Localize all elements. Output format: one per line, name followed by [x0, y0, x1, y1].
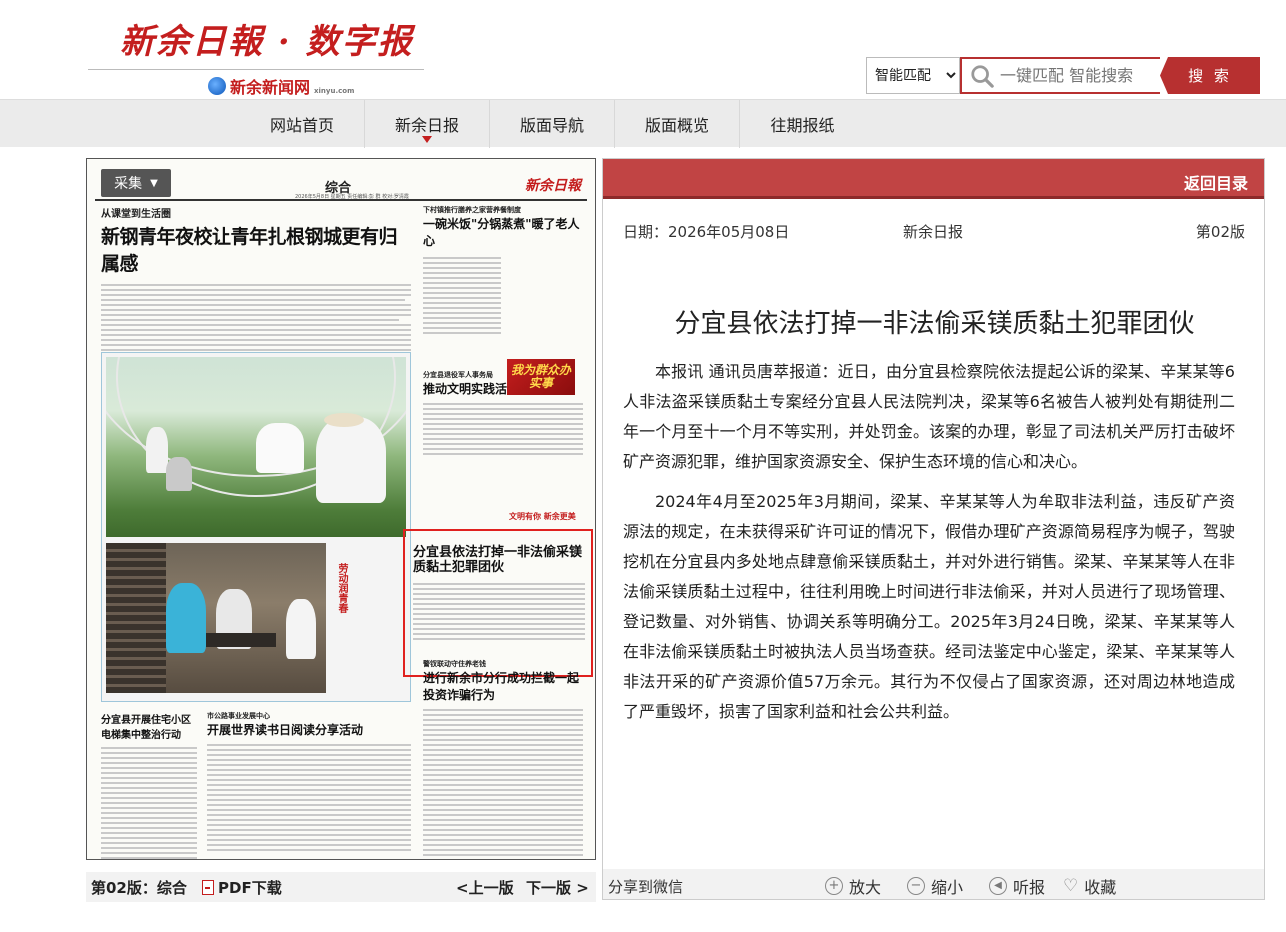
- article-6[interactable]: 市公路事业发展中心 开展世界读书日阅读分享活动: [207, 711, 411, 854]
- speaker-icon: ◀: [989, 877, 1007, 895]
- nav-page-overview[interactable]: 版面概览: [615, 100, 740, 148]
- highlighted-article[interactable]: 分宜县依法打掉一非法偷采镁质黏土犯罪团伙: [403, 529, 593, 677]
- article-5-text-lines: [101, 747, 197, 859]
- article-2-headline: 一碗米饭"分锅蒸煮"暖了老人心: [423, 217, 580, 248]
- listen-label: 听报: [1013, 878, 1046, 897]
- photo-block[interactable]: 劳动润青春: [101, 352, 411, 702]
- service-badge: 我为群众办实事: [507, 359, 575, 395]
- nav-xinyu-daily[interactable]: 新余日报: [365, 100, 490, 148]
- search-button[interactable]: 搜 索: [1160, 57, 1260, 94]
- article-paragraph: 本报讯 通讯员唐萃报道：近日，由分宜县检察院依法提起公诉的梁某、辛某某等6人非法…: [623, 362, 1235, 471]
- search-input[interactable]: [1000, 66, 1160, 85]
- paper-date-strip: 2026年5月8日 星期五 责任编辑:彭 群 校对:罗清霞: [295, 194, 409, 200]
- article-2-kicker: 下村镇推行膳养之家营养餐制度: [423, 206, 521, 214]
- article-meta: 日期：2026年05月08日 新余日报 第02版: [623, 221, 1245, 241]
- active-indicator-icon: [422, 136, 432, 143]
- page-toolbar: 第02版：综合 PDF下载 <上一版 下一版 >: [86, 872, 596, 902]
- photo-caption: 劳动润青春: [336, 563, 347, 613]
- listen-button[interactable]: ◀ 听报: [989, 874, 1045, 898]
- search-box: [960, 57, 1160, 94]
- current-page-label: 第02版：综合: [91, 878, 187, 897]
- heart-icon: ♡: [1063, 876, 1079, 896]
- search-icon: [971, 64, 994, 88]
- article-2-text-lines: [423, 257, 501, 334]
- article-4-headline: 进行新余市分行成功拦截一起投资诈骗行为: [423, 671, 580, 702]
- next-page-link[interactable]: 下一版 >: [526, 877, 589, 898]
- article-1-headline: 新钢青年夜校让青年扎根钢城更有归属感: [101, 226, 398, 275]
- logo-sub-text: 新余新闻网: [230, 78, 311, 97]
- article-4-text-lines: [423, 709, 583, 856]
- logo-divider: [88, 69, 424, 70]
- site-logo[interactable]: 新余日報 · 数字报: [120, 14, 414, 63]
- pdf-download-link[interactable]: PDF下载: [202, 877, 282, 898]
- zoom-out-label: 缩小: [931, 878, 964, 897]
- favorite-label: 收藏: [1084, 878, 1117, 897]
- civility-ribbon: 文明有你 新余更美: [509, 512, 576, 521]
- article-block-1[interactable]: 从课堂到生活圈 新钢青年夜校让青年扎根钢城更有归属感: [101, 205, 411, 359]
- logo-sub[interactable]: 新余新闻网 xinyu.com: [208, 74, 354, 98]
- favorite-button[interactable]: ♡ 收藏: [1063, 874, 1116, 898]
- article-5-headline: 分宜县开展住宅小区电梯集中整治行动: [101, 715, 191, 741]
- plus-icon: +: [825, 877, 843, 895]
- article-4[interactable]: 警钗联动守住养老钱 进行新余市分行成功拦截一起投资诈骗行为: [423, 659, 583, 859]
- zoom-out-button[interactable]: − 缩小: [907, 874, 963, 898]
- nav-past-issues[interactable]: 往期报纸: [740, 100, 865, 148]
- back-to-contents-link[interactable]: 返回目录: [1184, 170, 1248, 194]
- nav-xinyu-daily-label: 新余日报: [394, 116, 459, 135]
- article-panel-header: 返回目录: [603, 159, 1264, 199]
- minus-icon: −: [907, 877, 925, 895]
- article-title: 分宜县依法打掉一非法偷采镁质黏土犯罪团伙: [674, 309, 1195, 339]
- article-4-kicker: 警钗联动守住养老钱: [423, 660, 486, 668]
- collect-label: 采集: [114, 176, 143, 192]
- highlighted-article-title: 分宜县依法打掉一非法偷采镁质黏土犯罪团伙: [413, 545, 583, 575]
- article-body: 本报讯 通讯员唐萃报道：近日，由分宜县检察院依法提起公诉的梁某、辛某某等6人非法…: [623, 357, 1235, 737]
- main-nav: 网站首页 新余日报 版面导航 版面概览 往期报纸: [0, 99, 1286, 148]
- nav-page-navigation[interactable]: 版面导航: [490, 100, 615, 148]
- paper-name: 新余日報: [525, 178, 581, 194]
- pdf-icon: [202, 879, 214, 895]
- site-header: 新余日報 · 数字报 新余新闻网 xinyu.com 智能匹配 搜 索: [0, 0, 1286, 98]
- nav-home[interactable]: 网站首页: [240, 100, 365, 148]
- article-3-text-lines: [423, 403, 583, 455]
- globe-icon: [208, 77, 226, 95]
- article-1-text-lines: [101, 284, 411, 356]
- article-6-text-lines: [207, 744, 411, 851]
- article-5[interactable]: 分宜县开展住宅小区电梯集中整治行动: [101, 711, 197, 859]
- greenhouse-photo: [106, 357, 406, 537]
- caret-down-icon: ▼: [150, 177, 158, 189]
- newspaper-page-image[interactable]: 综合 2026年5月8日 星期五 责任编辑:彭 群 校对:罗清霞 新余日報 采集…: [86, 158, 596, 860]
- collect-button[interactable]: 采集 ▼: [101, 169, 171, 197]
- zoom-in-label: 放大: [849, 878, 882, 897]
- logo-sub-domain: xinyu.com: [314, 87, 355, 95]
- article-block-2[interactable]: 下村镇推行膳养之家营养餐制度 一碗米饭"分锅蒸煮"暖了老人心 分宜县退役军人事务…: [423, 205, 583, 458]
- article-toolbar: 分享到微信 + 放大 − 缩小 ◀ 听报 ♡ 收藏: [603, 869, 1264, 899]
- article-date: 日期：2026年05月08日: [623, 223, 790, 241]
- article-panel: 返回目录 日期：2026年05月08日 新余日报 第02版 分宜县依法打掉一非法…: [602, 158, 1265, 900]
- workshop-photo: [106, 543, 326, 693]
- pdf-download-label: PDF下载: [218, 878, 282, 897]
- highlighted-article-lines: [413, 583, 585, 643]
- article-6-headline: 开展世界读书日阅读分享活动: [207, 723, 364, 737]
- share-wechat-link[interactable]: 分享到微信: [608, 876, 683, 897]
- prev-page-link[interactable]: <上一版: [456, 877, 514, 898]
- zoom-in-button[interactable]: + 放大: [825, 874, 881, 898]
- article-page-no: 第02版: [1195, 223, 1245, 241]
- article-paragraph: 2024年4月至2025年3月期间，梁某、辛某某等人为牟取非法利益，违反矿产资源…: [623, 492, 1235, 721]
- article-1-kicker: 从课堂到生活圈: [101, 209, 171, 220]
- search-bar: 智能匹配 搜 索: [866, 57, 1260, 94]
- article-6-kicker: 市公路事业发展中心: [207, 712, 270, 720]
- article-paper-name: 新余日报: [903, 223, 964, 241]
- logo-title: 新余日報 · 数字报: [120, 22, 414, 62]
- search-mode-select[interactable]: 智能匹配: [866, 57, 960, 94]
